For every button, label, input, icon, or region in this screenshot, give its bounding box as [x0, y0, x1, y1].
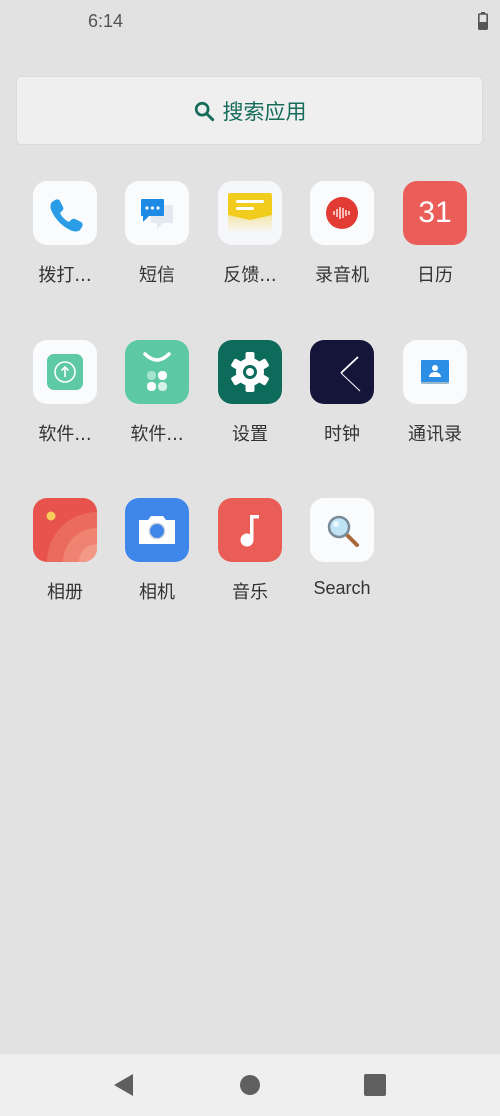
- app-store-icon: [125, 340, 189, 404]
- app-label: 相册: [47, 582, 83, 603]
- gallery-icon: [33, 498, 97, 562]
- calendar-date: 31: [418, 196, 452, 229]
- battery-icon: [478, 12, 488, 30]
- app-label: Search: [313, 578, 371, 598]
- phone-icon: [33, 181, 97, 245]
- feedback-icon: [218, 181, 282, 245]
- app-label: 音乐: [232, 582, 268, 603]
- search-apps-label: 搜索应用: [222, 99, 307, 124]
- app-software-update[interactable]: 软件...: [19, 340, 111, 446]
- search-apps-bar[interactable]: 搜索应用: [17, 77, 482, 144]
- app-recorder[interactable]: 录音机: [296, 181, 388, 287]
- status-time: 6:14: [88, 11, 124, 31]
- app-gallery[interactable]: 相册: [19, 498, 111, 604]
- app-label: 日历: [417, 265, 453, 286]
- back-icon[interactable]: [111, 1072, 137, 1098]
- app-clock[interactable]: 时钟: [296, 340, 388, 446]
- app-label: 时钟: [324, 424, 360, 445]
- app-label: 通讯录: [408, 424, 462, 445]
- magnifier-icon: [310, 498, 374, 562]
- update-icon: [33, 340, 97, 404]
- contacts-icon: [403, 340, 467, 404]
- app-dialer[interactable]: 拨打...: [19, 181, 111, 287]
- clock-icon: [310, 340, 374, 404]
- app-calendar[interactable]: 31 日历: [389, 181, 481, 287]
- music-icon: [218, 498, 282, 562]
- app-label: 软件...: [130, 424, 184, 445]
- app-messages[interactable]: 短信: [111, 181, 203, 287]
- app-label: 拨打...: [38, 265, 92, 286]
- search-icon: [194, 101, 214, 121]
- app-software-store[interactable]: 软件...: [111, 340, 203, 446]
- calendar-icon: 31: [403, 181, 467, 245]
- camera-icon: [125, 498, 189, 562]
- app-label: 反馈...: [223, 265, 277, 286]
- app-label: 录音机: [315, 265, 369, 286]
- app-camera[interactable]: 相机: [111, 498, 203, 604]
- app-label: 软件...: [38, 424, 92, 445]
- gear-icon: [218, 340, 282, 404]
- status-bar: 6:14: [0, 0, 500, 46]
- message-icon: [125, 181, 189, 245]
- app-feedback[interactable]: 反馈...: [204, 181, 296, 287]
- app-label: 相机: [139, 582, 175, 603]
- app-contacts[interactable]: 通讯录: [389, 340, 481, 446]
- app-music[interactable]: 音乐: [204, 498, 296, 604]
- navigation-bar: [0, 1054, 500, 1116]
- home-icon[interactable]: [237, 1072, 263, 1098]
- recorder-icon: [310, 181, 374, 245]
- app-label: 设置: [232, 424, 268, 445]
- app-label: 短信: [139, 265, 175, 286]
- recents-icon[interactable]: [362, 1072, 388, 1098]
- app-settings[interactable]: 设置: [204, 340, 296, 446]
- app-search[interactable]: Search: [296, 498, 388, 599]
